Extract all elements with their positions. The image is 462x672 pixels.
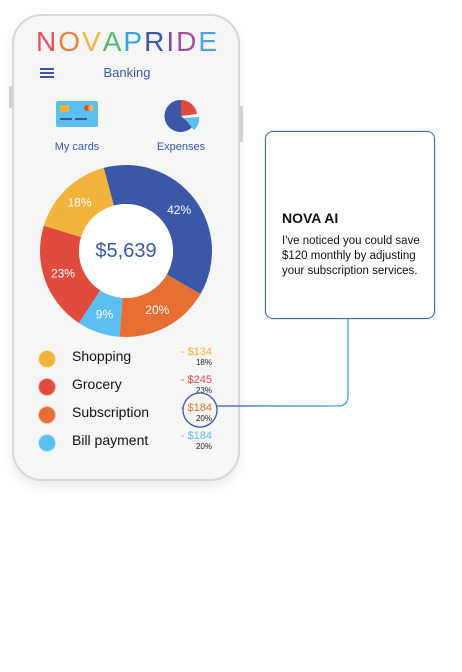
callout-connector xyxy=(182,318,349,428)
ai-suggestion-card: NOVA AI I've noticed you could save $120… xyxy=(265,131,435,319)
connector-line xyxy=(217,318,349,407)
ai-title: NOVA AI xyxy=(282,210,339,226)
highlight-circle xyxy=(182,392,218,428)
ai-message: I've noticed you could save $120 monthly… xyxy=(282,235,420,277)
